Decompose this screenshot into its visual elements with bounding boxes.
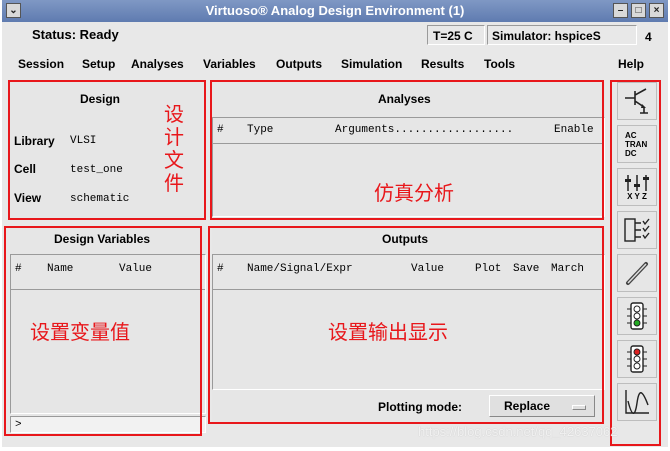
simulator-box: Simulator: hspiceS <box>487 25 637 45</box>
maximize-icon[interactable]: □ <box>631 3 646 18</box>
design-annotation: 设 计 文 件 <box>164 104 184 195</box>
watermark-text: https://blog.csdn.net/qq_42637062 <box>418 424 618 439</box>
close-icon[interactable]: × <box>649 3 664 18</box>
menu-variables[interactable]: Variables <box>203 57 256 71</box>
menu-tools[interactable]: Tools <box>484 57 515 71</box>
menu-bar: Session Setup Analyses Variables Outputs… <box>2 52 668 74</box>
analyses-annotation: 仿真分析 <box>374 183 454 205</box>
title-bar: ⌄ Virtuoso® Analog Design Environment (1… <box>2 0 668 22</box>
menu-setup[interactable]: Setup <box>82 57 115 71</box>
menu-simulation[interactable]: Simulation <box>341 57 402 71</box>
menu-help[interactable]: Help <box>618 57 644 71</box>
outputs-annotation: 设置输出显示 <box>328 322 448 344</box>
menu-analyses[interactable]: Analyses <box>131 57 184 71</box>
variables-annotation: 设置变量值 <box>30 322 130 344</box>
window-number: 4 <box>645 30 652 44</box>
window-title: Virtuoso® Analog Design Environment (1) <box>205 3 465 18</box>
temperature-box: T=25 C <box>427 25 485 45</box>
menu-outputs[interactable]: Outputs <box>276 57 322 71</box>
status-text: Status: Ready <box>32 27 119 42</box>
toolbar-highlight-box <box>610 80 661 446</box>
temperature-text: T=25 C <box>433 29 473 43</box>
menu-session[interactable]: Session <box>18 57 64 71</box>
minimize-icon[interactable]: – <box>613 3 628 18</box>
menu-results[interactable]: Results <box>421 57 464 71</box>
simulator-text: Simulator: hspiceS <box>492 29 601 43</box>
